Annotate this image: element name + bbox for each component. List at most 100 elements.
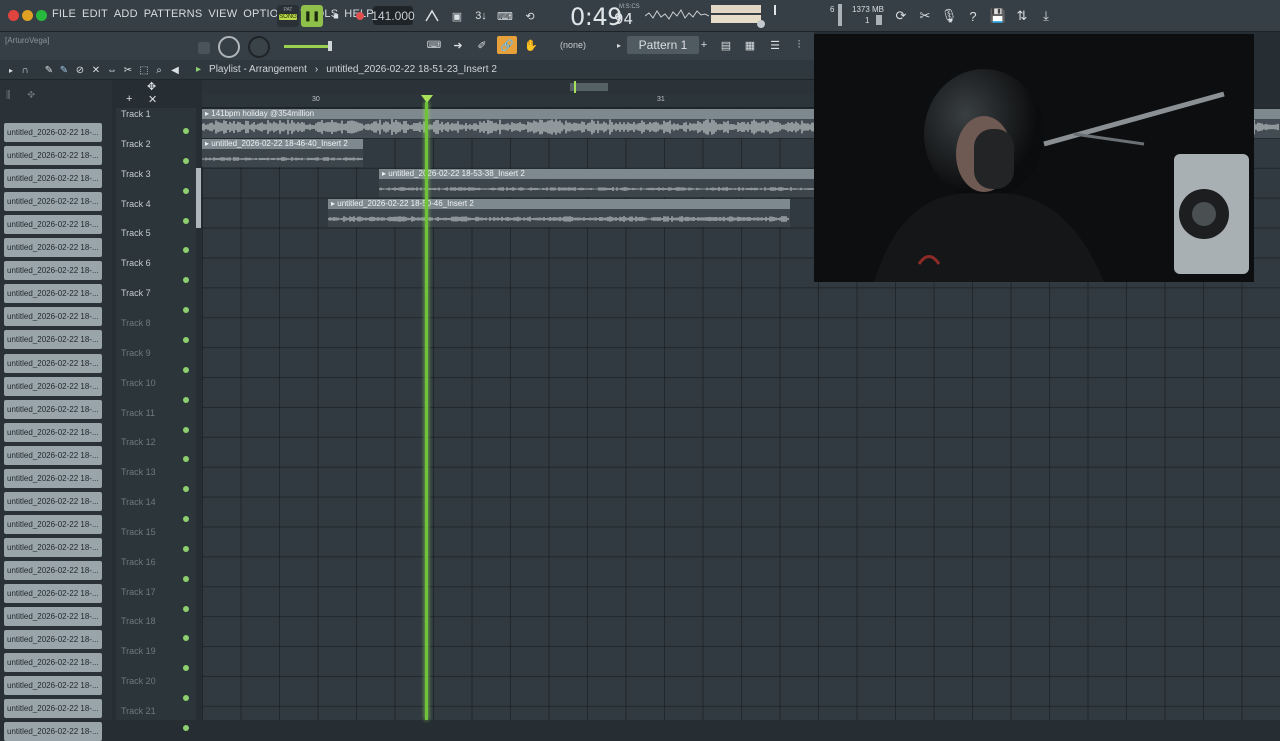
track-mute-led[interactable]	[183, 217, 189, 224]
track-name[interactable]: Track 10	[121, 378, 156, 388]
export-button[interactable]: ⤓	[1035, 5, 1057, 27]
channel-item[interactable]: untitled_2026-02-22 18-...	[4, 584, 102, 603]
delete-tool[interactable]: ⊘	[73, 63, 87, 77]
undo-history-button[interactable]: ⟳	[890, 5, 912, 27]
channel-rack-button[interactable]: ▦	[740, 36, 760, 54]
track-mute-led[interactable]	[183, 725, 189, 731]
playlist-overview[interactable]	[202, 80, 814, 94]
track-name[interactable]: Track 20	[121, 676, 156, 686]
channel-item[interactable]: untitled_2026-02-22 18-...	[4, 146, 102, 166]
close-window-button[interactable]	[8, 10, 19, 21]
track-name[interactable]: Track 17	[121, 587, 156, 597]
track-name[interactable]: Track 15	[121, 527, 156, 537]
track-name[interactable]: Track 6	[121, 258, 151, 268]
track-mute-led[interactable]	[183, 545, 189, 552]
track-mute-led[interactable]	[183, 187, 189, 194]
pattern-prev-button[interactable]: ▸	[613, 38, 625, 52]
channel-item[interactable]: untitled_2026-02-22 18-...	[4, 238, 102, 258]
audio-input-button[interactable]: 🎙	[938, 5, 960, 27]
menu-view[interactable]: VIEW	[208, 8, 237, 20]
piano-roll-button[interactable]: ⌨	[424, 36, 444, 54]
channel-item[interactable]: untitled_2026-02-22 18-...	[4, 422, 102, 442]
play-button[interactable]: ❚❚	[301, 5, 323, 27]
song-pattern-toggle[interactable]: PAT SONG	[277, 5, 299, 27]
channel-item[interactable]: untitled_2026-02-22 18-...	[4, 261, 102, 281]
channel-item[interactable]: untitled_2026-02-22 18-...	[4, 560, 102, 580]
loop-record-button[interactable]: ⟲	[519, 5, 541, 27]
arrow-button[interactable]: ➜	[448, 36, 468, 54]
track-mute-led[interactable]	[183, 575, 189, 582]
draw-tool[interactable]: ✎	[42, 63, 56, 77]
track-mute-led[interactable]	[183, 396, 189, 403]
track-mute-led[interactable]	[183, 157, 189, 164]
channel-item[interactable]: untitled_2026-02-22 18-...	[4, 676, 102, 696]
channel-item[interactable]: untitled_2026-02-22 18-...	[4, 722, 102, 741]
record-button[interactable]	[350, 5, 370, 27]
track-name[interactable]: Track 13	[121, 467, 156, 477]
stamp-button[interactable]: ✐	[472, 36, 492, 54]
main-volume-knob[interactable]	[218, 36, 240, 58]
track-mute-led[interactable]	[183, 336, 189, 343]
clip-track-2[interactable]: ▸ untitled_2026-02-22 18-46-40_Insert 2	[202, 139, 363, 167]
track-name[interactable]: Track 5	[121, 228, 151, 238]
channel-item[interactable]: untitled_2026-02-22 18-...	[4, 491, 102, 511]
track-name[interactable]: Track 18	[121, 616, 156, 626]
maximize-window-button[interactable]	[36, 10, 47, 21]
browser-button[interactable]: ⫶	[789, 36, 809, 54]
snap-select[interactable]: (none)	[560, 40, 586, 50]
channel-item[interactable]: untitled_2026-02-22 18-...	[4, 653, 102, 673]
paint-tool[interactable]: ✎	[57, 63, 71, 77]
channel-item[interactable]: untitled_2026-02-22 18-...	[4, 468, 102, 488]
track-name[interactable]: Track 3	[121, 169, 151, 179]
pattern-selector[interactable]: Pattern 1	[627, 36, 699, 54]
channel-item[interactable]: untitled_2026-02-22 18-...	[4, 353, 102, 373]
zoom-tool[interactable]: ⌕	[152, 63, 166, 77]
channel-item[interactable]: untitled_2026-02-22 18-...	[4, 123, 102, 142]
save-button[interactable]: 💾	[987, 5, 1009, 27]
track-name[interactable]: Track 14	[121, 497, 156, 507]
menu-patterns[interactable]: PATTERNS	[144, 8, 203, 20]
master-volume-slider[interactable]	[284, 45, 332, 48]
magnet-button[interactable]: ∩	[18, 63, 32, 77]
help-button[interactable]: ?	[962, 5, 984, 27]
select-tool[interactable]: ⬚	[137, 63, 151, 77]
track-name[interactable]: Track 8	[121, 318, 151, 328]
track-name[interactable]: Track 9	[121, 348, 151, 358]
track-name[interactable]: Track 2	[121, 139, 151, 149]
zoom-tracks-icon[interactable]: ✥	[147, 80, 156, 93]
track-name[interactable]: Track 16	[121, 557, 156, 567]
track-mute-led[interactable]	[183, 426, 189, 433]
channel-item[interactable]: untitled_2026-02-22 18-...	[4, 399, 102, 419]
clip-track-3[interactable]: ▸ untitled_2026-02-22 18-53-38_Insert 2	[379, 169, 814, 197]
playlist-menu-button[interactable]: ▸	[6, 63, 16, 77]
menu-add[interactable]: ADD	[114, 8, 138, 20]
step-edit-button[interactable]: ⌨	[494, 5, 516, 27]
breadcrumb-root[interactable]: Playlist - Arrangement	[209, 64, 307, 75]
track-mute-led[interactable]	[183, 128, 189, 134]
channel-item[interactable]: untitled_2026-02-22 18-...	[4, 215, 102, 235]
clip-track-4[interactable]: ▸ untitled_2026-02-22 18-50-46_Insert 2	[328, 199, 790, 227]
main-pitch-knob[interactable]	[248, 36, 270, 58]
track-name[interactable]: Track 12	[121, 437, 156, 447]
mixer-button[interactable]: ☰	[765, 36, 785, 54]
slip-tool[interactable]: ⇔	[105, 63, 119, 77]
stop-button[interactable]: ■	[326, 5, 346, 27]
link-button[interactable]: 🔗	[497, 36, 517, 54]
tempo-display[interactable]: 141.000	[371, 6, 415, 25]
channel-item[interactable]: untitled_2026-02-22 18-...	[4, 376, 102, 396]
track-mute-led[interactable]	[183, 366, 189, 373]
channel-item[interactable]: untitled_2026-02-22 18-...	[4, 537, 102, 557]
playlist-button[interactable]: ▤	[716, 36, 736, 54]
hand-button[interactable]: ✋	[521, 36, 541, 54]
channel-item[interactable]: untitled_2026-02-22 18-...	[4, 699, 102, 719]
render-button[interactable]: ⇅	[1011, 5, 1033, 27]
track-name[interactable]: Track 21	[121, 706, 156, 716]
track-name[interactable]: Track 19	[121, 646, 156, 656]
master-pitch-knob[interactable]	[757, 20, 765, 28]
slice-tool[interactable]: ✂	[121, 63, 135, 77]
minimize-window-button[interactable]	[22, 10, 33, 21]
master-volume-handle[interactable]	[328, 41, 332, 51]
track-mute-led[interactable]	[183, 516, 189, 523]
channel-item[interactable]: untitled_2026-02-22 18-...	[4, 330, 102, 350]
menu-edit[interactable]: EDIT	[82, 8, 108, 20]
